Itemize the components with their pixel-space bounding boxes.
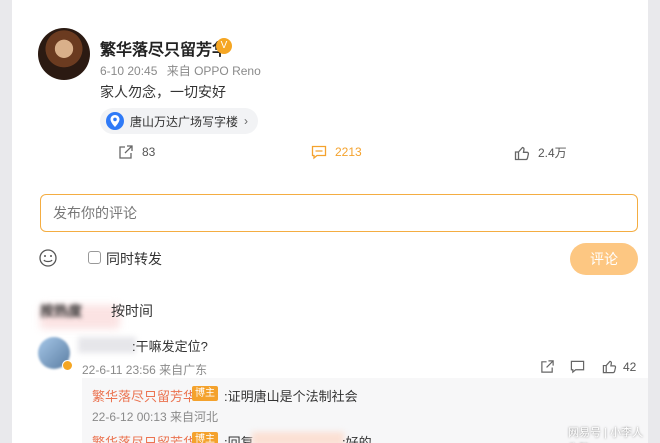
repost-button[interactable]: 83 <box>118 144 155 160</box>
repost-checkbox-label[interactable]: 同时转发 <box>106 249 162 269</box>
like-count: 2.4万 <box>538 146 567 160</box>
comment-icon <box>311 145 327 160</box>
post-source: 来自 OPPO Reno <box>166 64 261 78</box>
author-badge: 博主 <box>192 432 218 443</box>
weibo-post-card: 繁华落尽只留芳华 V 6-10 20:45 来自 OPPO Reno 家人勿念，… <box>12 0 648 443</box>
repost-checkbox[interactable] <box>88 251 101 264</box>
watermark: 网易号 | 小李人生路 <box>568 427 643 439</box>
comment-input[interactable] <box>41 195 637 231</box>
commenter-name-blurred <box>78 337 136 353</box>
thumbs-up-icon <box>514 146 530 160</box>
comment-like-button[interactable]: 42 <box>602 359 636 374</box>
reply-text: :回复 <box>224 435 254 443</box>
comment-text: :干嘛发定位? <box>132 339 208 354</box>
reply-text-tail: :好的 <box>342 435 372 443</box>
reply-meta: 22-6-12 00:13 来自河北 <box>92 410 219 424</box>
sort-by-hot-tab[interactable]: 按热度 <box>40 301 82 321</box>
post-text: 家人勿念，一切安好 <box>100 84 226 100</box>
emoji-icon[interactable] <box>38 248 58 268</box>
comment-meta: 22-6-11 23:56 来自广东 <box>82 363 208 377</box>
reply-username[interactable]: 繁华落尽只留芳华 <box>92 386 196 405</box>
sort-by-time-tab[interactable]: 按时间 <box>111 301 153 321</box>
like-button[interactable]: 2.4万 <box>514 144 567 161</box>
comment-like-count: 42 <box>623 359 637 374</box>
thumbs-up-icon <box>602 360 617 374</box>
post-meta: 6-10 20:45 来自 OPPO Reno <box>100 62 267 79</box>
comment-share-button[interactable] <box>540 359 555 374</box>
comment-input-box[interactable] <box>40 194 638 232</box>
location-label: 唐山万达广场写字楼 <box>130 114 239 129</box>
repost-count: 83 <box>142 145 156 159</box>
share-icon <box>119 145 133 159</box>
chevron-right-icon: › <box>244 114 249 128</box>
comment-count: 2213 <box>335 145 362 159</box>
post-username[interactable]: 繁华落尽只留芳华 <box>100 36 228 60</box>
comment-reply-button[interactable] <box>570 359 585 374</box>
vip-badge-icon: V <box>216 38 232 54</box>
post-date[interactable]: 6-10 20:45 <box>100 64 157 78</box>
user-avatar[interactable] <box>38 28 90 80</box>
reply-mention-blurred <box>252 432 344 443</box>
location-tag[interactable]: 唐山万达广场写字楼 › <box>100 108 259 134</box>
author-badge: 博主 <box>192 386 218 401</box>
location-pin-icon <box>106 112 124 130</box>
submit-comment-button[interactable]: 评论 <box>570 243 638 275</box>
share-icon <box>541 360 554 373</box>
reply-username[interactable]: 繁华落尽只留芳华 <box>92 432 196 443</box>
verified-badge-icon <box>62 360 73 371</box>
reply-text: :证明唐山是个法制社会 <box>224 389 358 404</box>
comment-button[interactable]: 2213 <box>311 144 362 160</box>
comment-icon <box>570 360 585 374</box>
